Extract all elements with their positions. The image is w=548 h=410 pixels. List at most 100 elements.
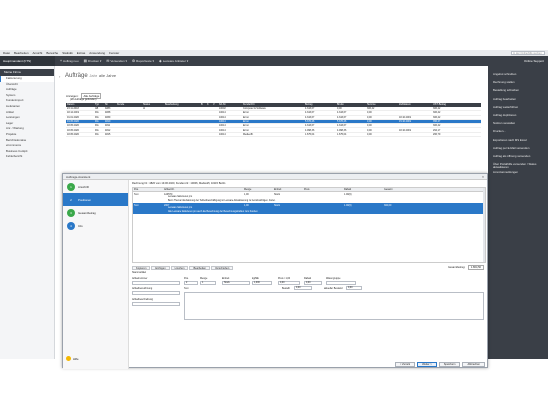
action-link[interactable]: Lizenzanmeldungen [488,170,548,178]
cancel-button[interactable]: Abbrechen [462,362,485,367]
help-search-input[interactable]: In der Onlinehilfe suchen [511,51,545,55]
orders-column-header[interactable]: Datum [66,103,94,106]
positions-column-header[interactable]: Preis [303,188,343,191]
menu-bearbeiten[interactable]: Bearbeiten [14,51,29,55]
menu-anwendung[interactable]: Anwendung [89,51,105,55]
table-cell: Ernst [243,111,249,115]
orders-column-header[interactable]: Status [142,103,164,106]
move-button[interactable]: Verschieben [211,265,234,270]
next-button[interactable]: Weiter > [417,362,437,367]
wizard-step[interactable]: 4 Info [63,219,128,232]
report-texts-button[interactable]: ⚙ Reporttexte ▾ [132,59,154,63]
action-link[interactable]: Auftrag per E-Mail versenden [488,146,548,154]
edit-button[interactable]: Bearbeiten [189,265,210,270]
orders-column-header[interactable]: Kd-Nr. [218,103,242,106]
page-title: Aufträge Jahr alle Jahre [65,73,116,79]
action-link[interactable]: Bestellung schreiben [488,88,548,96]
menu-bereiche[interactable]: Bereiche [46,51,58,55]
wizard-step[interactable]: 3 Gesamtbetrag [63,206,128,219]
sidebar-item-label: Projekte [6,131,17,136]
orders-column-header[interactable]: Summe [366,103,398,106]
action-link[interactable]: Auftrag als öffnung versenden [488,154,548,162]
orders-column-header[interactable]: UST-Betrag [432,103,462,106]
positions-column-header[interactable]: Pos. [133,188,163,191]
table-cell: ✉ [143,107,146,111]
step-number: 3 [67,208,75,217]
send-button[interactable]: ✉ Versenden ▾ [106,59,127,63]
back-button[interactable]: < Zurück [394,362,416,367]
orders-column-header[interactable]: Bearbeitung [164,103,200,106]
action-link[interactable]: Exportieren nach MS Excel [488,138,548,146]
wizard-step[interactable]: 1 Anschrift [63,180,128,193]
action-link[interactable]: Notizen verwalten [488,121,548,129]
nav-forward-icon[interactable]: › [59,74,60,79]
step-number: 4 [67,221,75,230]
sidebar-header[interactable]: Meine Firma [0,69,54,76]
orders-column-header[interactable]: Nr. [104,103,116,106]
menu-fenster[interactable]: Fenster [109,51,119,55]
artikelnummer-input[interactable] [132,281,180,285]
action-link[interactable]: Über Portalhilfe versenden / Status aktu… [488,162,548,170]
positions-column-header[interactable]: Artikel-Nr. [163,188,243,191]
action-link[interactable]: Auftrag duplizieren [488,113,548,121]
positions-scrollbar[interactable] [483,188,485,262]
table-cell: 18.10.2019 [399,115,411,119]
positions-column-header[interactable]: Einheit [273,188,303,191]
print-button[interactable]: ▤ Drucken ▾ [84,59,102,63]
new-order-button[interactable]: + Auftrag neu [60,59,79,63]
year-filter-label[interactable]: Jahr [89,73,97,78]
menu-datei[interactable]: Datei [3,51,10,55]
save-button[interactable]: Speichern [438,362,461,367]
table-row[interactable]: 18.05.2020 RG 4815 10014 Medieoffi. 1.675,04 1… [66,133,481,138]
delete-button[interactable]: Löschen [170,265,189,270]
action-link[interactable]: Auftrag weiterführen [488,105,548,113]
orders-column-header[interactable]: Kunde/Ort [242,103,304,106]
wizard-step[interactable]: 2 Positionen [63,193,128,206]
table-cell: 0,00 [367,128,372,132]
kg-input[interactable]: 1,000 [252,281,272,285]
art-bezeichnung-input[interactable] [132,291,180,295]
pos-input[interactable]: 2 [184,281,198,285]
action-link[interactable]: Angebot schreiben [488,72,548,80]
positions-column-header[interactable]: Rabatt [343,188,383,191]
action-link[interactable]: Rechnung stellen [488,80,548,88]
orders-table: Anzeigen: Alle Aufträge (28 Aufträge gef… [66,92,481,163]
rabatt-input[interactable]: 0,00 [304,281,322,285]
action-link[interactable]: Drucken... [488,129,548,137]
company-selector[interactable]: Hauptmandant (FTS) [0,56,55,66]
menge-input[interactable]: 1 [200,281,216,285]
bestellt-input[interactable]: 0,00 [294,286,312,290]
paste-button[interactable]: Einfügen [151,265,170,270]
art-beschreibung-input[interactable] [132,302,180,306]
wizard-steps: 1 Anschrift 2 Positionen 3 Gesamtbetrag 4 Info … [63,180,129,369]
bestand-input[interactable]: 0,00 [346,286,362,290]
sidebar-item[interactable]: Fehlerbericht [0,154,54,160]
preis-input[interactable]: 0,00 [278,281,300,285]
year-filter-value[interactable]: alle Jahre [99,73,116,78]
table-cell: 0,00 [367,120,372,124]
einheit-select[interactable]: Stück [222,281,250,285]
menu-ansicht[interactable]: Ansicht [33,51,43,55]
menu-extras[interactable]: Extras [77,51,86,55]
table-cell: 10014 [219,111,226,115]
table-cell: 4.343,67 [337,124,347,128]
menu-statistik[interactable]: Statistik [62,51,73,55]
positions-column-header[interactable]: Menge [243,188,273,191]
orders-column-header[interactable]: Brutto [336,103,366,106]
sidebar-item-label: Fakturierung [6,76,22,80]
orders-column-header[interactable]: Kunde [116,103,142,106]
online-support-link[interactable]: Online Support [524,56,544,66]
positions-column-header[interactable]: Gesamt [383,188,423,191]
einheit-label: Einheit [222,277,230,280]
warengruppe-select[interactable] [326,281,356,285]
gear-icon: ⚙ [132,59,136,63]
orders-column-header[interactable]: Zahldatum [398,103,432,106]
provider-button[interactable]: ◈ Lexware Anbieter ▾ [159,59,188,63]
orders-column-header[interactable]: Typ [94,103,104,106]
position-text-area[interactable] [184,292,484,320]
table-cell: 10014 [219,115,226,119]
orders-column-header[interactable]: Betrag [304,103,336,106]
action-link[interactable]: Auftrag bearbeiten [488,97,548,105]
help-hint[interactable]: Hilfe [66,356,79,361]
copy-button[interactable]: Kopieren [132,265,151,270]
